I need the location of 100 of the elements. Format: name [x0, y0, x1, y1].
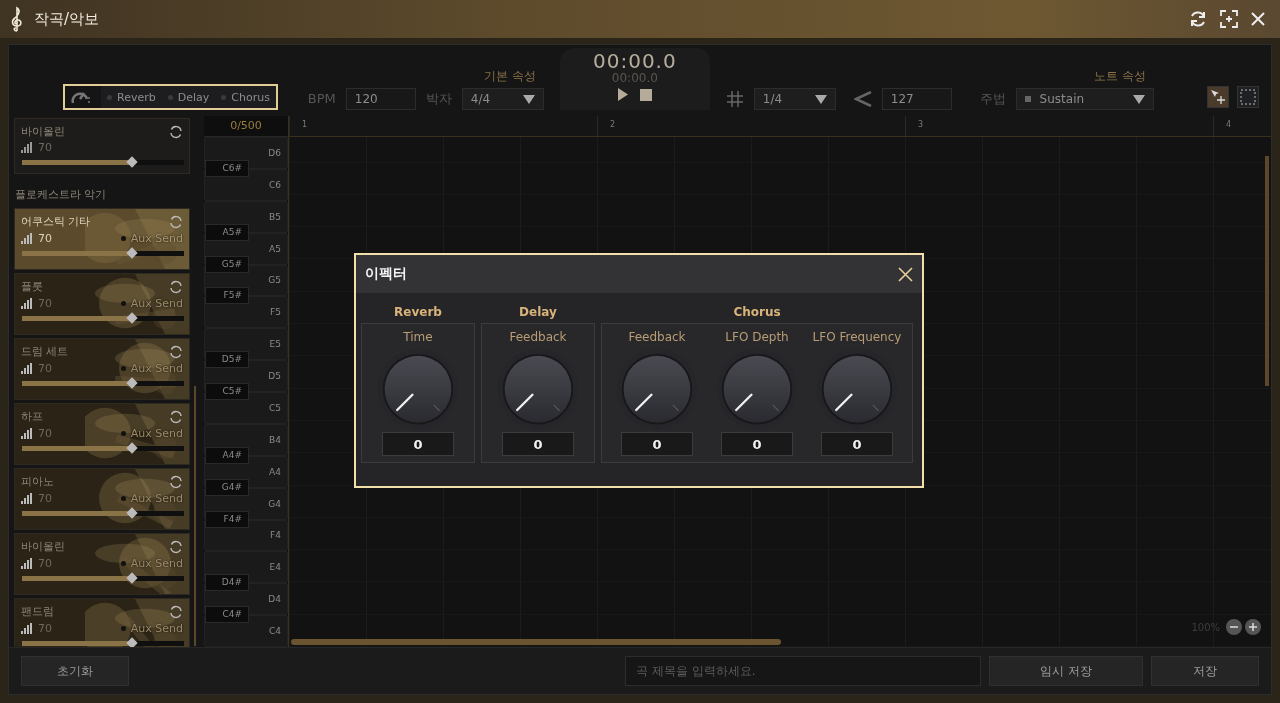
caret-icon	[814, 94, 827, 104]
knob-value-field[interactable]: 0	[382, 432, 454, 456]
volume-bars-icon	[21, 297, 33, 309]
caret-icon	[1132, 94, 1145, 104]
volume-value: 70	[38, 426, 52, 440]
knob-label: Feedback	[628, 330, 686, 344]
instrument-card[interactable]: 하프 70 Aux Send	[14, 403, 190, 465]
effect-toggle[interactable]: Chorus	[215, 90, 276, 104]
bpm-label: BPM	[307, 90, 336, 108]
section-header: 기본 속성	[484, 68, 537, 85]
meter-dropdown[interactable]: 4/4	[461, 88, 544, 110]
effect-toggle[interactable]: Delay	[161, 90, 216, 104]
aux-send-label[interactable]: Aux Send	[130, 361, 183, 375]
sharp-piano-key[interactable]: D4#	[205, 574, 249, 592]
aux-send-label[interactable]: Aux Send	[130, 491, 183, 505]
effect-toggle[interactable]: Reverb	[101, 90, 162, 104]
bar-number: 2	[597, 116, 905, 136]
volume-value: 70	[38, 141, 52, 155]
volume-slider[interactable]	[22, 507, 184, 519]
volume-slider[interactable]	[22, 572, 184, 584]
effect-group-title: Reverb	[394, 305, 442, 319]
instrument-name: 어쿠스틱 기타	[21, 214, 91, 229]
zoom-in-icon[interactable]	[1245, 619, 1261, 635]
square-icon	[1024, 96, 1031, 102]
instrument-card[interactable]: 바이올린 70	[14, 118, 190, 174]
bpm-field[interactable]: 120	[345, 88, 416, 110]
gauge-icon[interactable]	[65, 86, 101, 108]
sharp-piano-key[interactable]: F5#	[205, 287, 249, 305]
fullscreen-icon[interactable]	[1220, 10, 1238, 28]
instrument-card[interactable]: 어쿠스틱 기타 70 Aux Send	[14, 208, 190, 270]
velocity-field[interactable]: 127	[881, 88, 952, 110]
volume-slider[interactable]	[22, 247, 184, 259]
refresh-icon[interactable]	[169, 474, 183, 489]
meter-label: 박자	[425, 90, 452, 108]
slider-thumb[interactable]	[126, 507, 138, 519]
volume-value: 70	[38, 491, 52, 505]
aux-send-label[interactable]: Aux Send	[130, 426, 183, 440]
instrument-name: 플룻	[21, 279, 43, 294]
instrument-card[interactable]: 팬드럼 70 Aux Send	[14, 598, 190, 647]
instrument-card[interactable]: 드럼 세트 70 Aux Send	[14, 338, 190, 400]
refresh-icon[interactable]	[169, 344, 183, 359]
volume-value: 70	[38, 231, 52, 245]
save-button[interactable]: 저장	[1151, 656, 1259, 686]
effect-group-title: Delay	[519, 305, 557, 319]
volume-bars-icon	[21, 427, 33, 439]
instrument-card[interactable]: 바이올린 70 Aux Send	[14, 533, 190, 595]
volume-slider[interactable]	[22, 442, 184, 454]
knob-label: Time	[403, 330, 433, 344]
instrument-card[interactable]: 피아노 70 Aux Send	[14, 468, 190, 530]
refresh-icon[interactable]	[169, 279, 183, 294]
articulation-label: 주법	[979, 90, 1006, 108]
slider-thumb[interactable]	[126, 442, 138, 454]
section-header: 노트 속성	[1094, 68, 1147, 85]
volume-slider[interactable]	[22, 377, 184, 389]
zoom-out-icon[interactable]	[1226, 619, 1242, 635]
vertical-scrollbar[interactable]	[1265, 156, 1269, 386]
sharp-piano-key[interactable]: C4#	[205, 606, 249, 624]
dialog-title: 이펙터	[365, 265, 407, 283]
stop-icon[interactable]	[639, 88, 652, 101]
knob-label: LFO Frequency	[812, 330, 902, 344]
aux-send-label[interactable]: Aux Send	[130, 296, 183, 310]
volume-bars-icon	[21, 622, 33, 634]
close-icon[interactable]	[898, 266, 913, 282]
music-clef-icon	[10, 6, 24, 32]
knob-value-field[interactable]: 0	[821, 432, 893, 456]
marquee-tool-button[interactable]	[1237, 86, 1259, 108]
temp-save-button[interactable]: 임시 저장	[989, 656, 1143, 686]
move-tool-button[interactable]	[1207, 86, 1229, 108]
slider-thumb[interactable]	[126, 247, 138, 259]
refresh-icon[interactable]	[169, 124, 183, 139]
volume-value: 70	[38, 621, 52, 635]
sharp-piano-key[interactable]: C5#	[205, 383, 249, 400]
horizontal-scrollbar[interactable]	[291, 639, 781, 645]
instrument-name: 바이올린	[21, 539, 65, 554]
slider-thumb[interactable]	[126, 156, 138, 169]
refresh-icon[interactable]	[169, 539, 183, 554]
slider-thumb[interactable]	[126, 312, 138, 324]
instrument-name: 하프	[21, 409, 43, 424]
refresh-icon[interactable]	[1188, 9, 1208, 29]
volume-slider[interactable]	[22, 156, 184, 168]
reset-button[interactable]: 초기화	[21, 656, 129, 686]
instrument-card[interactable]: 플룻 70 Aux Send	[14, 273, 190, 335]
refresh-icon[interactable]	[169, 604, 183, 619]
effect-group-title: Chorus	[733, 305, 781, 319]
section-title: 플로케스트라 악기	[14, 187, 108, 203]
articulation-dropdown[interactable]: Sustain	[1015, 88, 1154, 110]
play-icon[interactable]	[617, 88, 628, 101]
knob-value-field[interactable]: 0	[621, 432, 693, 456]
slider-thumb[interactable]	[126, 572, 138, 584]
song-title-field[interactable]: 곡 제목을 입력하세요.	[625, 656, 981, 686]
volume-slider[interactable]	[22, 312, 184, 324]
refresh-icon[interactable]	[169, 409, 183, 424]
aux-send-label[interactable]: Aux Send	[130, 621, 183, 635]
sharp-piano-key[interactable]: D5#	[205, 351, 249, 369]
aux-send-label[interactable]: Aux Send	[130, 231, 183, 245]
note-length-dropdown[interactable]: 1/4	[753, 88, 836, 110]
knob-value-field[interactable]: 0	[502, 432, 574, 456]
slider-thumb[interactable]	[126, 377, 138, 389]
knob-value-field[interactable]: 0	[721, 432, 793, 456]
bar-number: 4	[1213, 116, 1271, 136]
